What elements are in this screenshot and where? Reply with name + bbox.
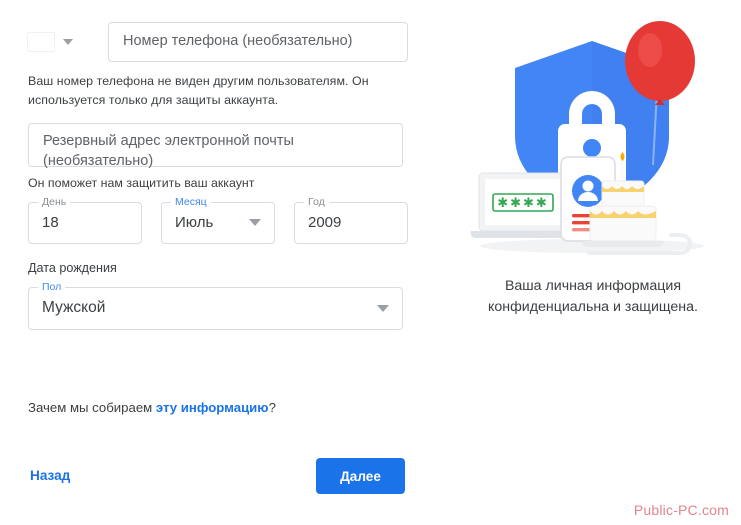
birth-month-select[interactable]: Месяц Июль: [161, 195, 275, 244]
chevron-down-icon: [63, 39, 73, 45]
birth-month-label: Месяц: [171, 195, 211, 208]
laptop-icon: ✱✱✱✱: [470, 172, 576, 239]
privacy-illustration-column: ✱✱✱✱ Ваша личная информация конфиденциал…: [452, 18, 734, 319]
chevron-down-icon: [249, 219, 261, 227]
gender-label: Пол: [38, 280, 66, 293]
why-info-link[interactable]: эту информацию: [156, 400, 269, 415]
phone-helper-text: Ваш номер телефона не виден другим польз…: [28, 74, 369, 107]
recovery-email-helper-text: Он поможет нам защитить ваш аккаунт: [28, 175, 255, 190]
birth-day-input[interactable]: День 18: [28, 195, 142, 244]
birthdate-row: День 18 Месяц Июль Год 2009: [28, 195, 408, 244]
privacy-caption-line1: Ваша личная информация: [504, 278, 682, 294]
birth-day-label: День: [38, 195, 71, 208]
gender-value: Мужской: [42, 299, 106, 317]
why-prefix: Зачем мы собираем: [28, 400, 156, 415]
site-watermark: Public-PC.com: [633, 502, 729, 518]
why-suffix: ?: [268, 400, 276, 415]
signup-personal-info-page: Номер телефона (необязательно) Ваш номер…: [0, 0, 741, 525]
why-we-collect-text: Зачем мы собираем эту информацию?: [28, 400, 276, 415]
next-button[interactable]: Далее: [316, 458, 405, 494]
chevron-down-icon: [377, 304, 389, 312]
birth-month-value: Июль: [175, 214, 214, 232]
recovery-email-input[interactable]: Резервный адрес электронной почты (необя…: [28, 122, 403, 169]
country-code-selector[interactable]: [28, 22, 100, 62]
privacy-shield-illustration: ✱✱✱✱: [470, 21, 704, 255]
birth-year-value: 2009: [308, 214, 342, 232]
gender-select[interactable]: Пол Мужской: [28, 280, 403, 330]
privacy-caption-line2: конфиденциальна и защищена.: [488, 299, 698, 316]
ukraine-flag-icon: [28, 33, 54, 51]
birthdate-caption: Дата рождения: [28, 260, 117, 275]
back-button[interactable]: Назад: [30, 468, 70, 483]
birth-day-value: 18: [42, 214, 59, 232]
phone-number-input[interactable]: Номер телефона (необязательно): [108, 22, 408, 62]
password-mask-text: ✱✱✱✱: [497, 195, 549, 210]
recovery-email-placeholder: Резервный адрес электронной почты (необя…: [43, 132, 294, 169]
phone-number-placeholder: Номер телефона (необязательно): [123, 33, 353, 50]
birth-year-label: Год: [304, 195, 329, 208]
personal-info-form: Номер телефона (необязательно) Ваш номер…: [28, 22, 408, 330]
phone-row: Номер телефона (необязательно): [28, 22, 408, 62]
birth-year-input[interactable]: Год 2009: [294, 195, 408, 244]
privacy-caption: Ваша личная информация конфиденциальна и…: [452, 276, 734, 319]
